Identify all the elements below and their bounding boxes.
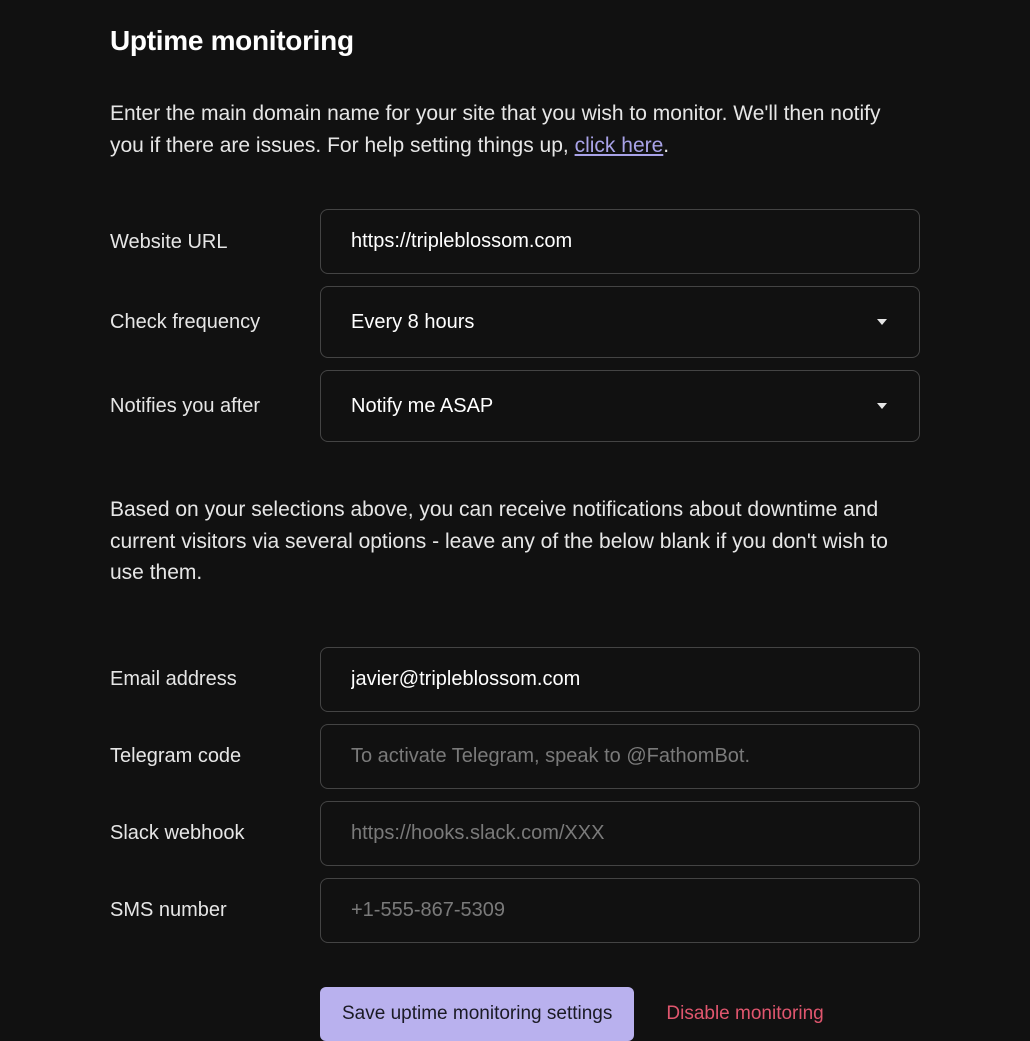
intro-text-after: . [663,134,669,157]
notify-after-label: Notifies you after [110,391,320,421]
website-url-label: Website URL [110,227,320,257]
notify-after-value: Notify me ASAP [351,391,493,421]
help-link[interactable]: click here [575,134,664,157]
intro-text-before: Enter the main domain name for your site… [110,102,881,157]
email-label: Email address [110,664,320,694]
intro-text: Enter the main domain name for your site… [110,98,920,161]
email-input[interactable] [320,647,920,712]
sms-input[interactable] [320,878,920,943]
chevron-down-icon [877,319,887,325]
telegram-label: Telegram code [110,741,320,771]
check-frequency-value: Every 8 hours [351,307,474,337]
page-title: Uptime monitoring [110,20,920,62]
disable-monitoring-button[interactable]: Disable monitoring [666,987,823,1041]
check-frequency-label: Check frequency [110,307,320,337]
check-frequency-select[interactable]: Every 8 hours [320,286,920,358]
notify-after-select[interactable]: Notify me ASAP [320,370,920,442]
website-url-input[interactable] [320,209,920,274]
slack-input[interactable] [320,801,920,866]
sms-label: SMS number [110,895,320,925]
save-button[interactable]: Save uptime monitoring settings [320,987,634,1041]
telegram-input[interactable] [320,724,920,789]
chevron-down-icon [877,403,887,409]
notification-description: Based on your selections above, you can … [110,494,920,589]
slack-label: Slack webhook [110,818,320,848]
